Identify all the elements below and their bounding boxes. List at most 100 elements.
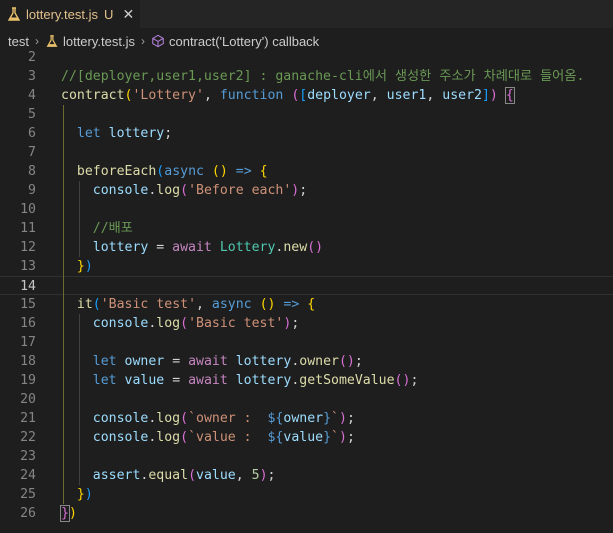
line-number: 20 [20, 392, 36, 407]
code-line[interactable]: 17 [0, 333, 613, 352]
close-icon[interactable]: ✕ [121, 6, 135, 23]
code-line[interactable]: 7 [0, 143, 613, 162]
code-token: ) [489, 88, 498, 103]
code-token: log [156, 183, 181, 198]
line-number: 19 [20, 373, 36, 388]
code-token: 'Before each' [188, 183, 292, 198]
code-text: contract('Lottery', function ([deployer,… [61, 86, 515, 105]
code-token: ( [180, 316, 189, 331]
code-line[interactable]: 24 assert.equal(value, 5); [0, 466, 613, 485]
code-token: } [323, 411, 332, 426]
code-line[interactable]: 19 let value = await lottery.getSomeValu… [0, 371, 613, 390]
code-token: console [92, 411, 149, 426]
indent-guide [78, 314, 80, 485]
breadcrumb-symbol[interactable]: contract('Lottery') callback [169, 34, 319, 49]
line-number: 26 [20, 506, 36, 521]
line-number: 5 [28, 107, 36, 122]
code-token: () [259, 297, 276, 312]
code-line[interactable]: 13 }) [0, 257, 613, 276]
code-token: ) [338, 430, 347, 445]
flask-icon [6, 6, 22, 22]
code-line[interactable]: 21 console.log(`owner : ${owner}`); [0, 409, 613, 428]
code-line[interactable]: 23 [0, 447, 613, 466]
code-token: 'Lottery' [132, 88, 204, 103]
code-line[interactable]: 18 let owner = await lottery.owner(); [0, 352, 613, 371]
code-line[interactable]: 12 lottery = await Lottery.new() [0, 238, 613, 257]
code-token: value [283, 430, 324, 445]
code-line[interactable]: 16 console.log('Basic test'); [0, 314, 613, 333]
code-token: let [92, 373, 117, 388]
code-text: console.log('Before each'); [61, 181, 307, 200]
code-line[interactable]: 5 [0, 105, 613, 124]
code-text: console.log(`owner : ${owner}`); [61, 409, 355, 428]
code-line[interactable]: 4 contract('Lottery', function ([deployer… [0, 86, 613, 105]
code-line[interactable]: 9 console.log('Before each'); [0, 181, 613, 200]
line-number: 6 [28, 126, 36, 141]
code-text: beforeEach(async () => { [61, 162, 268, 181]
code-token: user1 [386, 88, 427, 103]
code-token: ) [68, 506, 77, 521]
tab-bar: lottery.test.js U ✕ [0, 0, 613, 28]
code-token: ( [188, 468, 197, 483]
code-text: assert.equal(value, 5); [61, 466, 276, 485]
code-token: } [60, 505, 70, 522]
code-token: ; [346, 411, 355, 426]
code-line[interactable]: 20 [0, 390, 613, 409]
code-token: } [76, 259, 85, 274]
code-line[interactable]: 11 //배포 [0, 219, 613, 238]
code-token: assert [92, 468, 141, 483]
code-token: ] [481, 88, 490, 103]
code-line[interactable]: 14 [0, 276, 613, 295]
line-number: 8 [28, 164, 36, 179]
code-token: deployer [307, 88, 371, 103]
line-number: 4 [28, 88, 36, 103]
code-token: lottery [108, 126, 165, 141]
breadcrumb-file[interactable]: lottery.test.js [63, 34, 135, 49]
code-line[interactable]: 10 [0, 200, 613, 219]
code-token: console [92, 183, 149, 198]
code-token: ) [84, 487, 93, 502]
code-token: , [235, 468, 252, 483]
code-line[interactable]: 8 beforeEach(async () => { [0, 162, 613, 181]
line-number: 16 [20, 316, 36, 331]
code-line[interactable]: 2 [0, 48, 613, 67]
code-token: value [124, 373, 165, 388]
tab-lottery-test[interactable]: lottery.test.js U ✕ [0, 0, 140, 28]
code-line[interactable]: 22 console.log(`value : ${value}`); [0, 428, 613, 447]
line-number: 22 [20, 430, 36, 445]
code-token: ( [92, 297, 101, 312]
code-token: log [156, 411, 181, 426]
code-token: new [283, 240, 308, 255]
code-token: contract [61, 88, 125, 103]
code-token: () [394, 373, 411, 388]
code-token: await [188, 373, 228, 388]
code-line[interactable]: 26}) [0, 504, 613, 523]
code-line[interactable]: 15 it('Basic test', async () => { [0, 295, 613, 314]
code-token: console [92, 430, 149, 445]
line-number: 21 [20, 411, 36, 426]
code-token: user2 [442, 88, 482, 103]
code-token: //배포 [92, 221, 133, 236]
line-number: 24 [20, 468, 36, 483]
line-number: 15 [20, 297, 36, 312]
code-token: value [196, 468, 236, 483]
code-line[interactable]: 3 //[deployer,user1,user2] : ganache-cli에… [0, 67, 613, 86]
code-text: }) [60, 504, 77, 523]
line-number: 11 [20, 221, 36, 236]
symbol-method-icon [151, 34, 165, 48]
code-token: 5 [251, 468, 260, 483]
code-editor[interactable]: 2 3//[deployer,user1,user2] : ganache-cli… [0, 50, 613, 533]
breadcrumb-folder[interactable]: test [8, 34, 29, 49]
code-line[interactable]: 6 let lottery; [0, 124, 613, 143]
code-line[interactable]: 25 }) [0, 485, 613, 504]
